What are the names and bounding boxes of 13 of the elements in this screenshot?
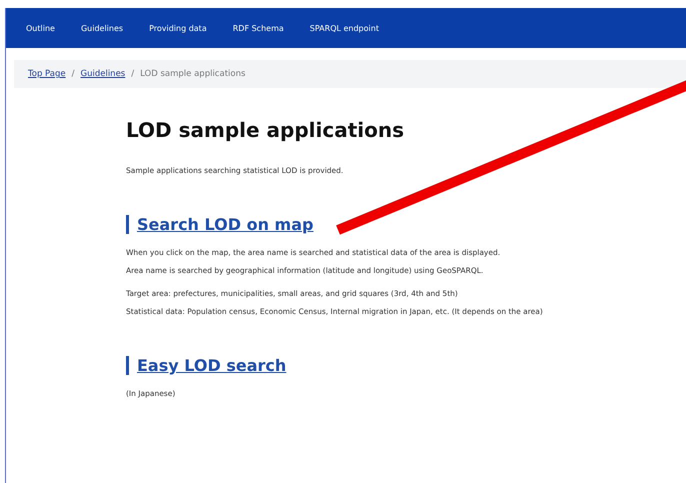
breadcrumb-link[interactable]: Guidelines — [80, 69, 126, 79]
breadcrumb-separator: / — [131, 69, 134, 79]
nav-link[interactable]: Outline — [26, 24, 55, 32]
nav-link[interactable]: Guidelines — [80, 24, 124, 32]
page-title: LOD sample applications — [126, 118, 406, 142]
nav-link[interactable]: Providing data — [149, 24, 207, 32]
section-heading-link[interactable]: Easy LOD search — [126, 356, 286, 375]
breadcrumb-separator: / — [72, 69, 74, 79]
nav-link[interactable]: SPARQL endpoint — [310, 24, 379, 32]
nav-link[interactable]: RDF Schema — [232, 24, 284, 32]
section-heading-link[interactable]: Search LOD on map — [126, 215, 314, 234]
breadcrumb-current: LOD sample applications — [140, 69, 246, 79]
breadcrumb-link[interactable]: Top Page — [28, 69, 66, 79]
